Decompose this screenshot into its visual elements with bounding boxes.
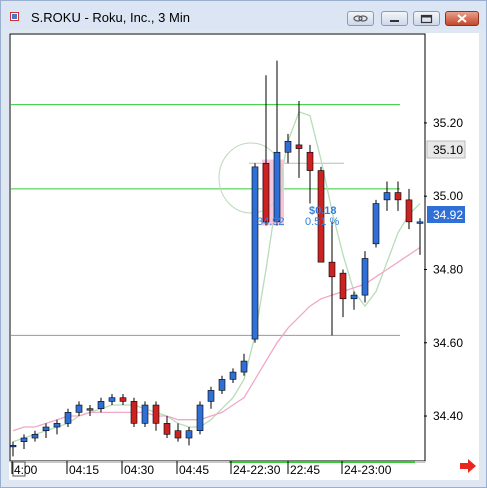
candle-up [273, 151, 281, 223]
candle-up [108, 397, 116, 402]
candle-down [339, 272, 347, 300]
candle-up [9, 445, 17, 448]
close-icon [457, 14, 467, 23]
candle-up [86, 408, 94, 411]
candle-up [141, 404, 149, 424]
time-label: 04:45 [179, 463, 209, 477]
annotation-price: 34.92 [257, 216, 285, 228]
price-chart[interactable]: 34.92 $0.18 0.51 % 35.20 35.00 34.80 34.60 3… [9, 33, 479, 480]
time-label: 22:45 [290, 463, 320, 477]
plot-area [9, 33, 426, 462]
candle-down [405, 199, 413, 223]
candle-down [328, 261, 336, 278]
candle-up [42, 426, 50, 431]
maximize-button[interactable] [413, 11, 440, 26]
time-label: 4:00 [14, 463, 38, 477]
candle-up [240, 360, 248, 373]
close-button[interactable] [445, 11, 479, 26]
price-label: 34.60 [433, 336, 463, 350]
candle-up [53, 423, 61, 428]
candle-up [97, 401, 105, 410]
time-label: 24-23:00 [344, 463, 392, 477]
time-label: 04:30 [124, 463, 154, 477]
candle-up [64, 412, 72, 424]
maximize-icon [420, 14, 433, 24]
candle-up [207, 390, 215, 402]
candle-down [262, 162, 270, 223]
candle-down [394, 192, 402, 201]
candle-up [185, 430, 193, 439]
window-title: S.ROKU - Roku, Inc., 3 Min [31, 10, 190, 25]
minimize-icon [390, 20, 399, 22]
time-label: 24-22:30 [233, 463, 281, 477]
candle-down [295, 144, 303, 149]
annotation-percent: 0.51 % [305, 216, 339, 228]
candle-up [229, 371, 237, 380]
candle-down [152, 404, 160, 424]
time-label: 04:15 [69, 463, 99, 477]
candle-up [416, 221, 424, 224]
candle-up [20, 437, 28, 442]
title-bar[interactable]: S.ROKU - Roku, Inc., 3 Min [1, 1, 486, 29]
price-label: 34.40 [433, 409, 463, 423]
candle-up [284, 140, 292, 153]
candle-up [31, 434, 39, 439]
candle-up [196, 404, 204, 431]
minimize-button[interactable] [381, 11, 408, 26]
candle-up [350, 294, 358, 300]
candle-down [130, 401, 138, 424]
candle-up [372, 203, 380, 245]
chart-canvas[interactable]: 34.92 $0.18 0.51 % 35.2035.0034.8034.603… [9, 33, 479, 480]
price-label: 35.00 [433, 189, 463, 203]
link-icon [353, 15, 368, 22]
price-label: 34.80 [433, 262, 463, 276]
candle-up [383, 192, 391, 201]
candle-down [163, 423, 171, 435]
candle-down [119, 397, 127, 402]
candle-up [75, 404, 83, 413]
link-button[interactable] [347, 11, 374, 26]
level-tag-label: 35.10 [433, 143, 463, 157]
price-label: 35.20 [433, 116, 463, 130]
candle-up [361, 258, 369, 296]
last-price-label: 34.92 [433, 208, 463, 222]
candle-up [251, 166, 259, 340]
candle-down [306, 151, 314, 171]
app-icon [10, 12, 19, 21]
candle-down [174, 430, 182, 439]
candle-up [218, 379, 226, 391]
scroll-right-arrow-icon[interactable] [459, 458, 477, 474]
chart-window: S.ROKU - Roku, Inc., 3 Min 34.92 $0.18 0… [0, 0, 487, 488]
